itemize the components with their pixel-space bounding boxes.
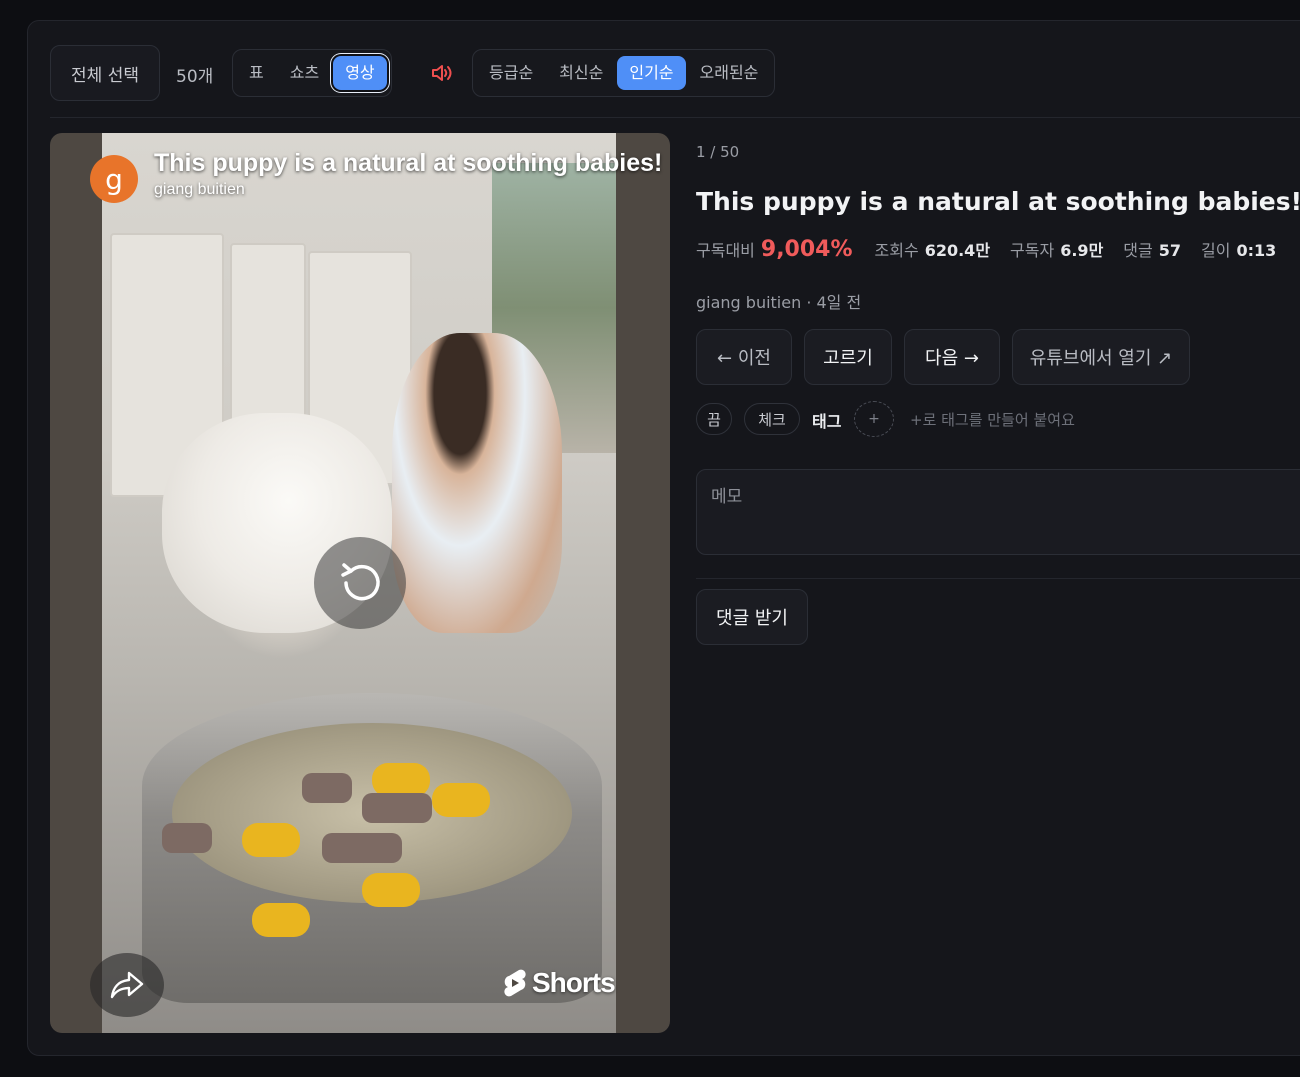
views-value: 620.4만 (924, 241, 991, 260)
shorts-icon (504, 969, 526, 997)
comments-value: 57 (1158, 241, 1182, 260)
comments-label: 댓글 (1123, 241, 1153, 260)
next-button[interactable]: 다음 → (904, 329, 1000, 385)
shorts-label: Shorts (532, 967, 616, 998)
corn (432, 783, 490, 817)
sort-popular-tab[interactable]: 인기순 (617, 56, 686, 90)
sort-latest-tab[interactable]: 최신순 (547, 56, 615, 90)
view-mode-group: 표 쇼츠 영상 (232, 49, 392, 97)
add-tag-button[interactable]: + (854, 401, 894, 437)
memo-placeholder: 메모 (711, 487, 743, 507)
view-video-tab[interactable]: 영상 (333, 56, 387, 90)
off-chip[interactable]: 끔 (696, 403, 732, 435)
toolbar-divider (50, 117, 1300, 118)
view-shorts-tab[interactable]: 쇼츠 (278, 56, 331, 90)
corn (242, 823, 300, 857)
tag-label: 태그 (812, 412, 842, 431)
position-counter: 1 / 50 (696, 143, 740, 161)
toolbar: 전체 선택 50개 표 쇼츠 영상 등급순 최신순 인기순 오래된순 (50, 45, 1300, 101)
prev-button[interactable]: ← 이전 (696, 329, 792, 385)
stats-row: 구독대비 9,004% 조회수 620.4만 구독자 6.9만 댓글 57 길이… (696, 237, 1296, 262)
views-label: 조회수 (874, 241, 919, 260)
video-player[interactable]: g This puppy is a natural at soothing ba… (50, 133, 670, 1033)
channel-meta: giang buitien · 4일 전 (696, 293, 862, 312)
ratio-value: 9,004% (760, 237, 853, 262)
video-title: This puppy is a natural at soothing babi… (696, 187, 1300, 216)
item-count: 50개 (176, 67, 214, 87)
ratio-label: 구독대비 (696, 241, 755, 260)
video-overlay-title[interactable]: This puppy is a natural at soothing babi… (154, 149, 662, 178)
sort-group: 등급순 최신순 인기순 오래된순 (472, 49, 776, 97)
pick-button[interactable]: 고르기 (804, 329, 892, 385)
check-chip[interactable]: 체크 (744, 403, 800, 435)
tag-hint: +로 태그를 만들어 붙여요 (910, 411, 1075, 429)
length-label: 길이 (1201, 241, 1231, 260)
channel-avatar[interactable]: g (90, 155, 138, 203)
meat (162, 823, 212, 853)
sort-oldest-tab[interactable]: 오래된순 (688, 56, 771, 90)
replay-icon[interactable] (314, 537, 406, 629)
open-youtube-button[interactable]: 유튜브에서 열기 ↗ (1012, 329, 1190, 385)
main-panel: 전체 선택 50개 표 쇼츠 영상 등급순 최신순 인기순 오래된순 g Thi… (27, 20, 1300, 1056)
video-overlay-channel[interactable]: giang buitien (154, 181, 245, 199)
subs-label: 구독자 (1010, 241, 1055, 260)
sound-icon[interactable] (430, 61, 456, 85)
select-all-button[interactable]: 전체 선택 (50, 45, 160, 101)
sort-grade-tab[interactable]: 등급순 (477, 56, 545, 90)
section-divider (696, 578, 1300, 579)
shorts-logo: Shorts (502, 967, 616, 999)
length-value: 0:13 (1236, 241, 1277, 260)
memo-field[interactable]: 메모 (696, 469, 1300, 555)
baby (392, 333, 562, 633)
corn (362, 873, 420, 907)
meat (322, 833, 402, 863)
fetch-comments-button[interactable]: 댓글 받기 (696, 589, 808, 645)
share-icon[interactable] (90, 953, 164, 1017)
view-table-tab[interactable]: 표 (237, 56, 276, 90)
meat (302, 773, 352, 803)
subs-value: 6.9만 (1060, 241, 1104, 260)
corn (372, 763, 430, 797)
meat (362, 793, 432, 823)
corn (252, 903, 310, 937)
